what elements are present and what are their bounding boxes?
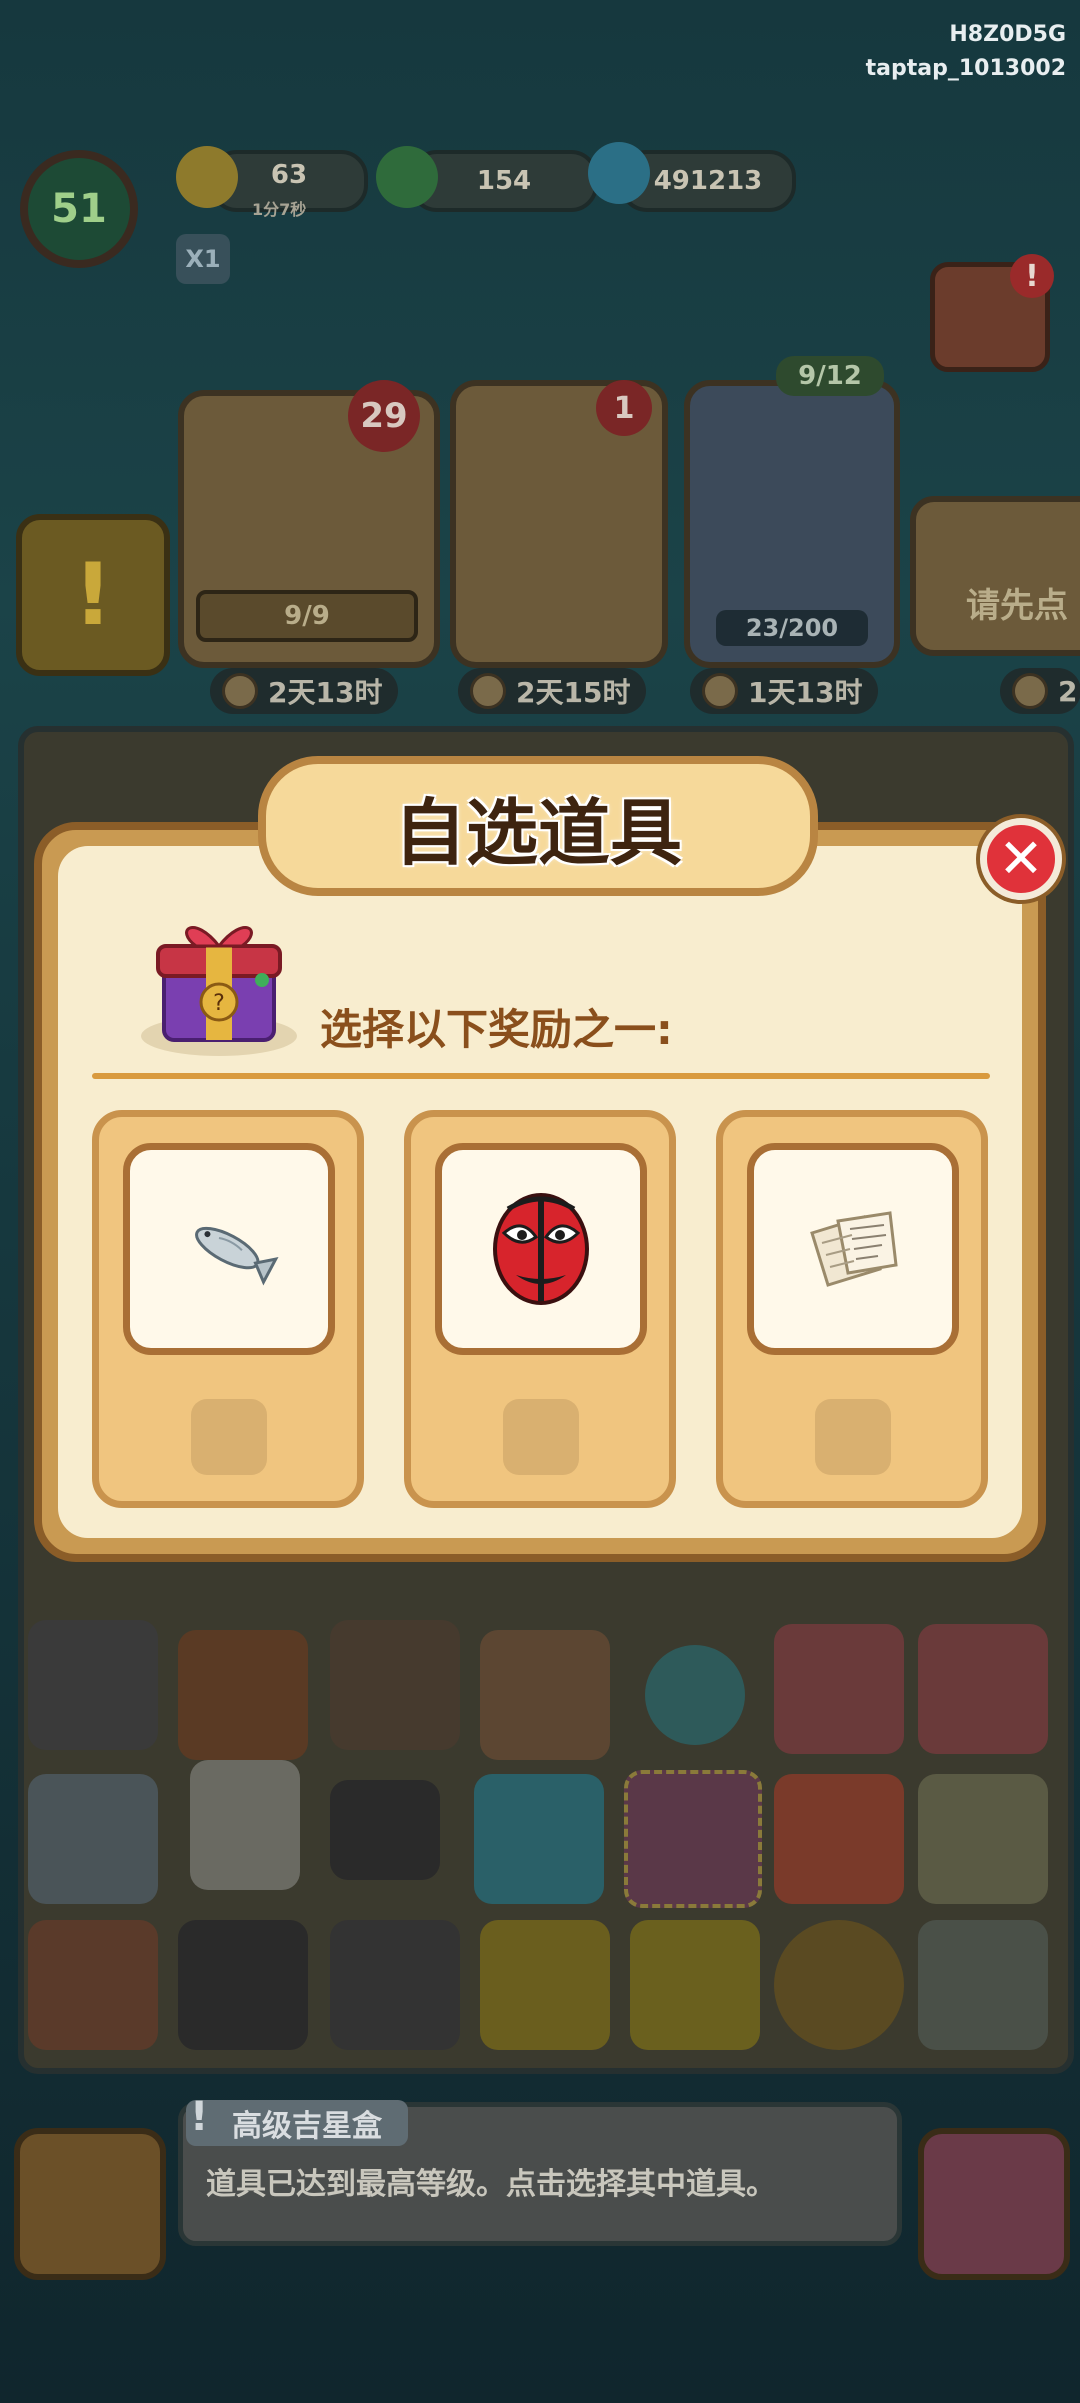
- level-value: 51: [51, 186, 107, 232]
- watermark-account: taptap_1013002: [865, 56, 1066, 81]
- board-item-carpet[interactable]: [178, 1630, 308, 1760]
- reward-option-2-frame: [435, 1143, 647, 1355]
- board-item-pouch[interactable]: [774, 1774, 904, 1904]
- board-item-gold-a[interactable]: [480, 1920, 610, 2050]
- order-badge-2: 1: [596, 380, 652, 436]
- blue-flame-icon: [588, 142, 650, 204]
- gift-box-icon: ?: [134, 910, 304, 1060]
- reward-option-1-frame: [123, 1143, 335, 1355]
- reward-option-2[interactable]: [404, 1110, 676, 1508]
- board-item-usb[interactable]: [330, 1780, 440, 1880]
- board-item-robe[interactable]: [480, 1630, 610, 1760]
- board-item-selected-giftbox[interactable]: [624, 1770, 762, 1908]
- board-item-coin[interactable]: [774, 1920, 904, 2050]
- reward-option-1-checkbox[interactable]: [191, 1399, 267, 1475]
- board-item-boxes[interactable]: [28, 1920, 158, 2050]
- reward-option-2-checkbox[interactable]: [503, 1399, 579, 1475]
- order-timer-1-text: 2天13时: [268, 676, 383, 709]
- quest-alert-button[interactable]: !: [16, 514, 170, 676]
- reward-option-3-frame: [747, 1143, 959, 1355]
- order-badge-1: 29: [348, 380, 420, 452]
- order-progress-3: 23/200: [716, 610, 868, 646]
- fish-icon: [195, 1226, 279, 1286]
- gem-value: 491213: [653, 166, 763, 196]
- coin-counter[interactable]: 154: [410, 150, 598, 212]
- board-item-flames[interactable]: [474, 1774, 604, 1904]
- item-description: 道具已达到最高等级。点击选择其中道具。: [206, 2167, 776, 2202]
- board-item-disc[interactable]: [330, 1920, 460, 2050]
- close-icon: ✕: [998, 827, 1044, 890]
- choose-prompt: 选择以下奖励之一:: [320, 1005, 673, 1054]
- energy-value: 63: [270, 160, 308, 190]
- dialog-title-plate: 自选道具: [258, 756, 818, 896]
- jade-coin-icon: [376, 146, 438, 208]
- board-item-safe[interactable]: [28, 1620, 158, 1750]
- item-name-tag: 高级吉星盒: [186, 2100, 408, 2146]
- clock-icon: [470, 673, 506, 709]
- clock-icon: [702, 673, 738, 709]
- board-item-harddrive[interactable]: [178, 1920, 308, 2050]
- svg-text:?: ?: [213, 991, 225, 1016]
- energy-icon: [176, 146, 238, 208]
- board-item-heater[interactable]: [190, 1760, 300, 1890]
- reward-option-3[interactable]: [716, 1110, 988, 1508]
- info-alert-icon: !: [190, 2094, 209, 2140]
- order-timer-4: 2: [1000, 668, 1080, 714]
- level-badge[interactable]: 51: [20, 150, 138, 268]
- order-timer-1: 2天13时: [210, 668, 399, 714]
- dialog-divider: [92, 1073, 990, 1079]
- board-item-gold-b[interactable]: [630, 1920, 760, 2050]
- paper-scroll-icon: [810, 1211, 898, 1287]
- storage-box-button[interactable]: [14, 2128, 166, 2280]
- coin-value: 154: [476, 166, 532, 196]
- board-item-lantern[interactable]: [330, 1620, 460, 1750]
- board-item-broom[interactable]: [918, 1774, 1048, 1904]
- order-timer-4-text: 2: [1058, 674, 1078, 708]
- order-progress-1: 9/9: [196, 590, 418, 642]
- clock-icon: [222, 673, 258, 709]
- board-item-chest[interactable]: [918, 1624, 1048, 1754]
- order-timer-3: 1天13时: [690, 668, 879, 714]
- board-item-flame[interactable]: [645, 1645, 745, 1745]
- board-item-giftbox[interactable]: [774, 1624, 904, 1754]
- map-phone-button[interactable]: [918, 2128, 1070, 2280]
- reward-option-3-checkbox[interactable]: [815, 1399, 891, 1475]
- order-timer-3-text: 1天13时: [748, 676, 863, 709]
- reward-option-1[interactable]: [92, 1110, 364, 1508]
- watermark-id: H8Z0D5G: [949, 22, 1066, 47]
- multiplier-button[interactable]: X1: [176, 234, 230, 284]
- order-timer-2: 2天15时: [458, 668, 647, 714]
- opera-mask-icon: [493, 1193, 589, 1305]
- shop-alert-icon: !: [1010, 254, 1054, 298]
- board-item-bundle[interactable]: [918, 1920, 1048, 2050]
- order-locked-label: 请先点: [966, 586, 1068, 626]
- dialog-title: 自选道具: [393, 790, 682, 875]
- order-badge-3: 9/12: [776, 356, 884, 396]
- board-item-vacuum[interactable]: [28, 1774, 158, 1904]
- clock-icon: [1012, 673, 1048, 709]
- order-timer-2-text: 2天15时: [516, 676, 631, 709]
- energy-timer: 1分7秒: [252, 200, 307, 219]
- close-button[interactable]: ✕: [980, 818, 1062, 900]
- order-card-4[interactable]: [910, 496, 1080, 656]
